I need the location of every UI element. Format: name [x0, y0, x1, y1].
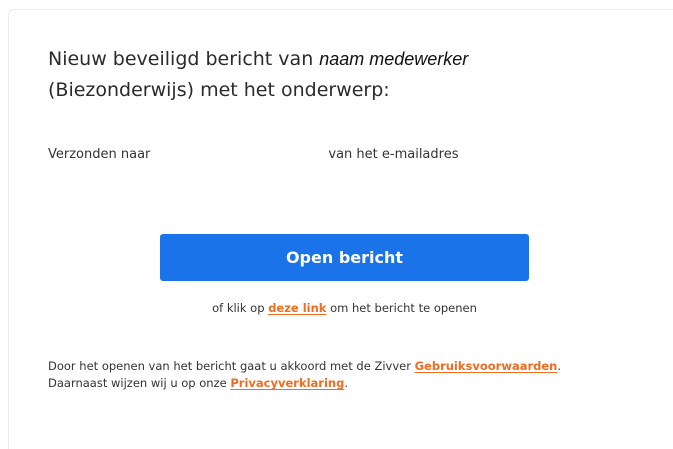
legal-line2-suffix: .	[344, 376, 348, 390]
alt-suffix: om het bericht te openen	[330, 301, 477, 315]
sent-to-address-label: van het e-mailadres	[328, 147, 459, 162]
legal-line1-suffix: .	[557, 359, 562, 373]
message-heading: Nieuw beveiligd bericht van naam medewerk…	[48, 44, 608, 106]
sent-to-line: Verzonden naar van het e-mailadres	[48, 147, 458, 162]
recipient-placeholder	[150, 148, 328, 162]
open-message-link[interactable]: deze link	[268, 301, 326, 315]
heading-prefix: Nieuw beveiligd bericht van	[48, 48, 314, 70]
legal-line-terms: Door het openen van het bericht gaat u a…	[48, 358, 648, 375]
open-message-button[interactable]: Open bericht	[160, 234, 529, 281]
heading-suffix: (Biezonderwijs) met het onderwerp:	[48, 79, 390, 101]
sent-to-label: Verzonden naar	[48, 147, 151, 162]
alt-prefix: of klik op	[212, 301, 265, 315]
legal-line-privacy: Daarnaast wijzen wij u op onze Privacyve…	[48, 375, 648, 392]
alternative-link-line: of klik op deze link om het bericht te o…	[160, 301, 529, 315]
legal-line2-prefix: Daarnaast wijzen wij u op onze	[48, 376, 227, 390]
legal-line1-prefix: Door het openen van het bericht gaat u a…	[48, 359, 411, 373]
terms-link[interactable]: Gebruiksvoorwaarden	[415, 359, 558, 373]
legal-notice: Door het openen van het bericht gaat u a…	[48, 358, 648, 392]
privacy-link[interactable]: Privacyverklaring	[230, 376, 344, 390]
sender-name: naam medewerker	[319, 49, 469, 69]
